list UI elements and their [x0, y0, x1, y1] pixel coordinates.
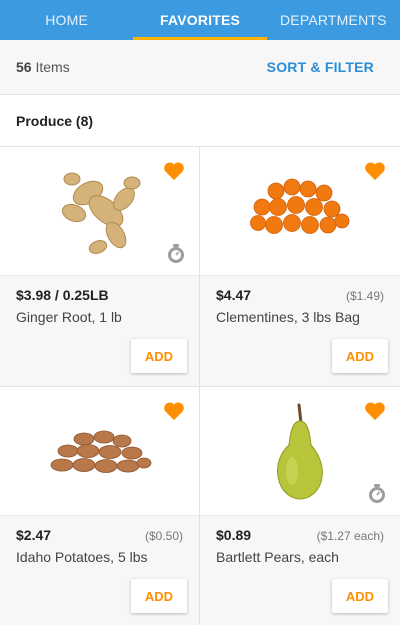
weight-scale-icon — [168, 244, 184, 263]
product-unit-price: ($0.50) — [144, 529, 183, 543]
favorite-heart-icon[interactable] — [163, 161, 185, 181]
product-unit-price: ($1.49) — [345, 289, 384, 303]
add-to-cart-button[interactable]: ADD — [332, 579, 388, 613]
favorite-heart-icon[interactable] — [364, 161, 386, 181]
add-to-cart-button[interactable]: ADD — [131, 339, 187, 373]
favorite-heart-icon[interactable] — [364, 401, 386, 421]
tab-favorites[interactable]: FAVORITES — [133, 0, 267, 40]
product-price: $3.98 / 0.25LB — [16, 287, 109, 303]
price-row: $3.98 / 0.25LB — [16, 287, 183, 303]
product-image-area[interactable] — [200, 147, 400, 276]
top-tab-bar: HOME FAVORITES DEPARTMENTS — [0, 0, 400, 40]
product-image-area[interactable] — [0, 147, 199, 276]
ginger-image — [61, 172, 141, 254]
product-image-area[interactable] — [0, 387, 199, 516]
price-row: $2.47 ($0.50) — [16, 527, 183, 543]
product-grid: $3.98 / 0.25LB Ginger Root, 1 lb ADD $4.… — [0, 147, 400, 625]
item-count-suffix: Items — [31, 59, 70, 75]
potatoes-image — [50, 430, 152, 473]
product-name[interactable]: Bartlett Pears, each — [216, 549, 390, 565]
add-to-cart-button[interactable]: ADD — [332, 339, 388, 373]
item-count-number: 56 — [16, 59, 32, 75]
section-header-produce: Produce (8) — [0, 95, 400, 147]
tab-home[interactable]: HOME — [0, 0, 133, 40]
sort-filter-button[interactable]: SORT & FILTER — [267, 59, 374, 75]
product-unit-price: ($1.27 each) — [316, 529, 384, 543]
pear-image — [277, 403, 323, 500]
product-name[interactable]: Clementines, 3 lbs Bag — [216, 309, 390, 325]
product-name[interactable]: Idaho Potatoes, 5 lbs — [16, 549, 189, 565]
results-summary-bar: 56 Items SORT & FILTER — [0, 40, 400, 95]
product-image-area[interactable] — [200, 387, 400, 516]
product-name[interactable]: Ginger Root, 1 lb — [16, 309, 189, 325]
product-card[interactable]: $4.47 ($1.49) Clementines, 3 lbs Bag ADD — [200, 147, 400, 387]
product-card[interactable]: $3.98 / 0.25LB Ginger Root, 1 lb ADD — [0, 147, 200, 387]
price-row: $0.89 ($1.27 each) — [216, 527, 384, 543]
add-to-cart-button[interactable]: ADD — [131, 579, 187, 613]
product-card[interactable]: $2.47 ($0.50) Idaho Potatoes, 5 lbs ADD — [0, 387, 200, 625]
price-row: $4.47 ($1.49) — [216, 287, 384, 303]
weight-scale-icon — [369, 484, 385, 503]
tab-departments[interactable]: DEPARTMENTS — [267, 0, 400, 40]
clementines-image — [250, 178, 350, 234]
product-price: $0.89 — [216, 527, 252, 543]
product-card[interactable]: $0.89 ($1.27 each) Bartlett Pears, each … — [200, 387, 400, 625]
product-price: $2.47 — [16, 527, 52, 543]
favorite-heart-icon[interactable] — [163, 401, 185, 421]
product-price: $4.47 — [216, 287, 252, 303]
item-count: 56 Items — [16, 59, 70, 75]
